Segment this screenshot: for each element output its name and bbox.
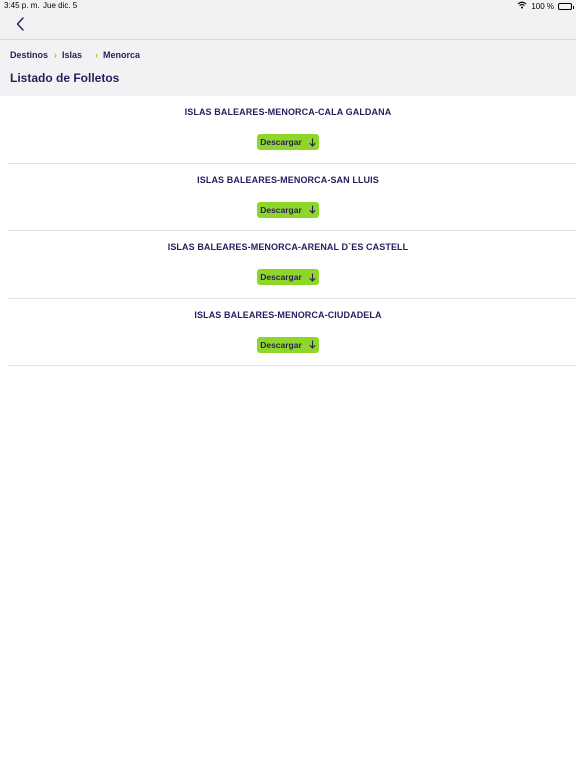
battery-percent: 100 %: [531, 1, 554, 11]
download-label: Descargar: [260, 339, 302, 350]
status-time: 3:45 p. m.: [4, 1, 40, 10]
page-header: Destinos › Islas › Menorca Listado de Fo…: [0, 40, 576, 96]
breadcrumb: Destinos › Islas › Menorca: [10, 50, 140, 60]
navigation-bar: [0, 12, 576, 40]
chevron-right-icon: ›: [95, 50, 99, 60]
brochure-title: ISLAS BALEARES-MENORCA-ARENAL D`ES CASTE…: [167, 242, 409, 252]
download-label: Descargar: [260, 137, 302, 147]
brochure-title: ISLAS BALEARES-MENORCA-CALA GALDANA: [184, 107, 392, 117]
download-button[interactable]: Descargar: [257, 336, 319, 353]
list-item: ISLAS BALEARES-MENORCA-SAN LLUIS Descarg…: [8, 164, 576, 231]
breadcrumb-item-destinos[interactable]: Destinos: [10, 50, 48, 60]
brochure-title: ISLAS BALEARES-MENORCA-SAN LLUIS: [197, 174, 379, 185]
chevron-left-icon: [16, 16, 24, 36]
arrow-down-icon: [309, 273, 316, 282]
breadcrumb-item-menorca[interactable]: Menorca: [103, 50, 140, 60]
battery-icon: [558, 2, 574, 10]
download-button[interactable]: Descargar: [257, 201, 319, 218]
page-title: Listado de Folletos: [10, 71, 120, 85]
download-label: Descargar: [260, 204, 302, 215]
status-indicators: 100 %: [517, 1, 574, 11]
list-item: ISLAS BALEARES-MENORCA-CALA GALDANA Desc…: [8, 96, 576, 164]
arrow-down-icon: [309, 205, 316, 214]
arrow-down-icon: [309, 340, 316, 349]
download-button[interactable]: Descargar: [257, 269, 319, 285]
download-button[interactable]: Descargar: [257, 134, 319, 150]
download-label: Descargar: [260, 272, 302, 282]
back-button[interactable]: [10, 16, 30, 36]
status-bar: 3:45 p. m. Jue dic. 5 100 %: [0, 0, 576, 12]
arrow-down-icon: [309, 138, 316, 147]
list-item: ISLAS BALEARES-MENORCA-ARENAL D`ES CASTE…: [8, 231, 576, 299]
brochure-list: ISLAS BALEARES-MENORCA-CALA GALDANA Desc…: [8, 96, 576, 366]
wifi-icon: [517, 1, 527, 11]
breadcrumb-item-islas[interactable]: Islas: [62, 50, 82, 60]
brochure-title: ISLAS BALEARES-MENORCA-CIUDADELA: [194, 309, 382, 320]
list-item: ISLAS BALEARES-MENORCA-CIUDADELA Descarg…: [8, 299, 576, 366]
chevron-right-icon: ›: [54, 50, 58, 60]
status-date: Jue dic. 5: [43, 1, 78, 10]
